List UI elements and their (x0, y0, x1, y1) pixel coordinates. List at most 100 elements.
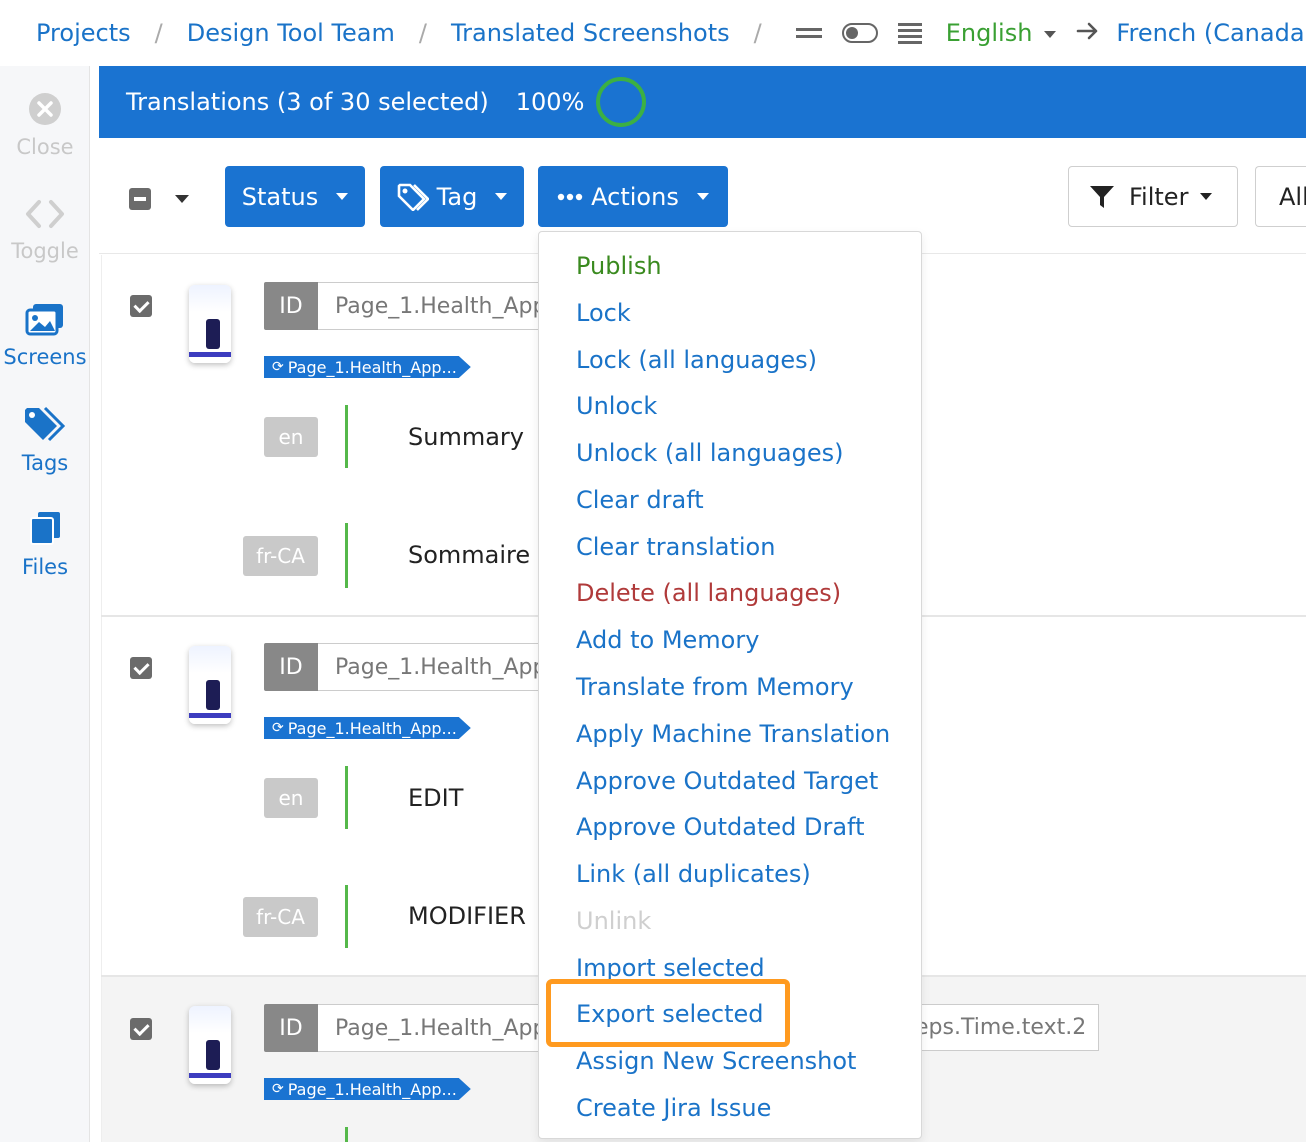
target-text[interactable]: Sommaire (408, 541, 530, 569)
screenshot-thumbnail[interactable] (189, 285, 231, 363)
menu-item-clear-translation[interactable]: Clear translation (576, 533, 775, 561)
code-brackets-icon (26, 200, 64, 228)
string-id-field: ID Page_1.Health_App (264, 1004, 578, 1052)
screen-tag-label: Page_1.Health_App... (287, 1079, 457, 1099)
screenshot-thumbnail[interactable] (189, 1006, 231, 1084)
sidebar-item-toggle[interactable]: Toggle (0, 198, 90, 263)
filter-button[interactable]: Filter (1068, 166, 1238, 227)
sidebar-item-label: Tags (21, 451, 69, 475)
target-language-select[interactable]: French (Canada) (1116, 19, 1306, 47)
ellipsis-icon (557, 193, 583, 200)
actions-button[interactable]: Actions (538, 166, 728, 227)
status-indicator (345, 885, 348, 948)
id-label: ID (264, 282, 318, 330)
breadcrumb-projects[interactable]: Projects (36, 19, 131, 47)
row-checkbox[interactable] (130, 295, 152, 317)
refresh-icon: ⟳ (272, 359, 284, 375)
tag-icon (397, 183, 429, 211)
menu-item-unlink: Unlink (576, 907, 652, 935)
sidebar-item-screens[interactable]: Screens (0, 302, 90, 369)
sidebar-item-label: Close (16, 135, 74, 159)
menu-item-create-jira-issue[interactable]: Create Jira Issue (576, 1094, 771, 1122)
menu-item-apply-machine-translation[interactable]: Apply Machine Translation (576, 720, 890, 748)
id-label: ID (264, 643, 318, 691)
actions-button-label: Actions (591, 182, 679, 211)
tags-icon (25, 406, 66, 442)
language-badge: en (264, 778, 318, 818)
menu-item-approve-outdated-draft[interactable]: Approve Outdated Draft (576, 813, 865, 841)
tag-button[interactable]: Tag (380, 166, 524, 227)
breadcrumb-page[interactable]: Translated Screenshots (451, 19, 730, 47)
screenshot-thumbnail[interactable] (189, 646, 231, 724)
progress-percent: 100% (515, 88, 585, 116)
status-indicator (345, 1127, 348, 1142)
files-icon (30, 512, 60, 545)
menu-item-lock[interactable]: Lock (576, 299, 631, 327)
menu-item-lock-all-languages[interactable]: Lock (all languages) (576, 346, 817, 374)
status-button[interactable]: Status (225, 166, 365, 227)
string-id-field: ID Page_1.Health_App (264, 643, 578, 691)
menu-item-unlock-all-languages[interactable]: Unlock (all languages) (576, 439, 844, 467)
filter-icon (1090, 185, 1114, 208)
chevron-down-icon[interactable] (175, 195, 189, 203)
close-circle-icon (29, 93, 61, 125)
target-language-label: French (Canada) (1116, 19, 1306, 47)
chevron-down-icon (336, 193, 349, 200)
menu-item-delete-all-languages[interactable]: Delete (all languages) (576, 579, 841, 607)
select-all-checkbox[interactable] (129, 188, 151, 210)
chevron-down-icon (1044, 30, 1057, 38)
string-id-field: ID Page_1.Health_App (264, 282, 578, 330)
screen-tag[interactable]: ⟳ Page_1.Health_App... (264, 717, 471, 739)
screen-tag[interactable]: ⟳ Page_1.Health_App... (264, 1078, 471, 1100)
screen-tag-label: Page_1.Health_App... (287, 357, 457, 377)
menu-item-add-to-memory[interactable]: Add to Memory (576, 626, 759, 654)
menu-item-approve-outdated-target[interactable]: Approve Outdated Target (576, 767, 878, 795)
sidebar-item-label: Screens (3, 345, 87, 369)
language-badge: en (264, 417, 318, 457)
toggle-switch-icon[interactable] (841, 23, 878, 43)
sidebar-item-files[interactable]: Files (0, 510, 90, 579)
chevron-down-icon (1200, 193, 1213, 200)
source-language-select[interactable]: English (946, 19, 1057, 47)
sidebar-item-close[interactable]: Close (0, 92, 90, 159)
source-text[interactable]: EDIT (408, 784, 463, 812)
tag-button-label: Tag (436, 182, 478, 211)
list-view-icon[interactable] (897, 22, 922, 44)
menu-item-unlock[interactable]: Unlock (576, 392, 657, 420)
breadcrumb-team[interactable]: Design Tool Team (187, 19, 395, 47)
menu-item-assign-new-screenshot[interactable]: Assign New Screenshot (576, 1047, 856, 1075)
source-language-label: English (945, 19, 1033, 47)
page-title: Translations (3 of 30 selected) (126, 88, 489, 116)
breadcrumb-separator: / (154, 19, 163, 47)
status-indicator (345, 523, 348, 588)
filter-button-label: Filter (1129, 182, 1189, 211)
sidebar-item-label: Files (21, 555, 69, 579)
language-badge: fr-CA (243, 536, 318, 576)
breadcrumb-separator: / (753, 19, 762, 47)
row-checkbox[interactable] (130, 657, 152, 679)
screen-tag[interactable]: ⟳ Page_1.Health_App... (264, 356, 471, 378)
target-text[interactable]: MODIFIER (408, 902, 526, 930)
source-text[interactable]: Summary (408, 423, 524, 451)
row-checkbox[interactable] (130, 1018, 152, 1040)
id-label: ID (264, 1004, 318, 1052)
menu-item-import-selected[interactable]: Import selected (576, 954, 765, 982)
menu-item-publish[interactable]: Publish (576, 252, 662, 280)
equals-icon[interactable] (795, 26, 822, 40)
images-icon (25, 304, 63, 336)
sidebar: Close Toggle Screens Tags Files (0, 66, 90, 1142)
status-indicator (345, 766, 348, 829)
status-button-label: Status (241, 182, 319, 211)
refresh-icon: ⟳ (272, 1081, 284, 1097)
arrow-right-icon (1076, 19, 1100, 47)
menu-item-clear-draft[interactable]: Clear draft (576, 486, 704, 514)
chevron-down-icon (696, 193, 709, 200)
all-filter-button[interactable]: All (1255, 166, 1306, 227)
progress-ring (596, 77, 647, 127)
menu-item-link-all-duplicates[interactable]: Link (all duplicates) (576, 860, 811, 888)
breadcrumb-separator: / (418, 19, 427, 47)
menu-item-translate-from-memory[interactable]: Translate from Memory (576, 673, 854, 701)
sidebar-item-label: Toggle (11, 239, 79, 263)
translations-header: Translations (3 of 30 selected) 100% (99, 66, 1306, 138)
sidebar-item-tags[interactable]: Tags (0, 406, 90, 475)
